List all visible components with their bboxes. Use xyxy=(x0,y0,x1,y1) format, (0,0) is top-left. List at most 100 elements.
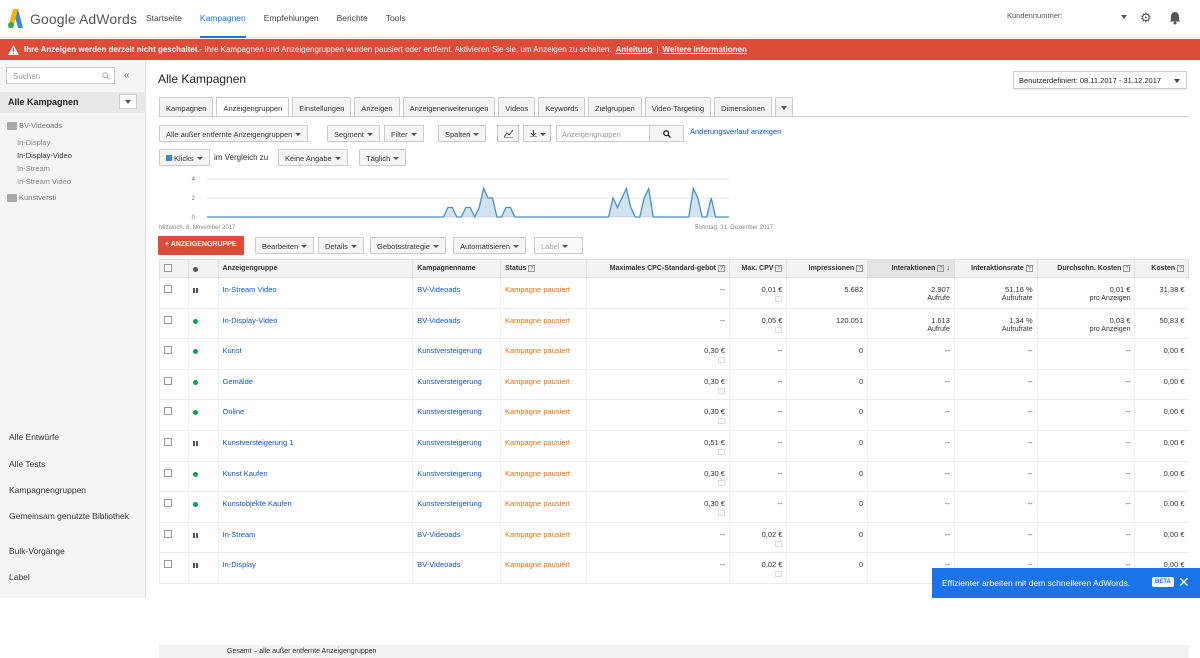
enabled-dot-icon[interactable] xyxy=(193,410,199,416)
sidebar-search-input[interactable]: Suchen xyxy=(6,67,115,84)
nav-empfehlungen[interactable]: Empfehlungen xyxy=(264,0,319,38)
max-cpc-cell[interactable]: -- xyxy=(585,552,730,584)
max-cpc-cell[interactable]: -- xyxy=(585,277,730,309)
enabled-dot-icon[interactable] xyxy=(193,318,199,324)
col-header-interactions[interactable]: Interaktionen? ↓ xyxy=(867,259,955,278)
row-status-icon-cell[interactable] xyxy=(188,308,218,340)
row-checkbox-cell[interactable] xyxy=(158,491,189,523)
segment-dropdown[interactable]: Segment xyxy=(327,125,381,142)
select-all-header[interactable] xyxy=(158,259,190,278)
campaign-name-link[interactable]: BV-Videoads xyxy=(417,530,460,539)
max-cpc-cell[interactable]: 0,30 € xyxy=(585,491,730,523)
max-cpc-cell[interactable]: 0,51 € xyxy=(585,430,730,462)
edit-bid-icon[interactable] xyxy=(717,387,725,394)
select-all-checkbox[interactable] xyxy=(164,263,172,272)
campaign-name-cell[interactable]: Kunstversteigerung xyxy=(412,338,501,370)
columns-dropdown[interactable]: Spalten xyxy=(438,125,487,142)
row-checkbox[interactable] xyxy=(164,560,172,569)
details-dropdown[interactable]: Details xyxy=(318,237,364,254)
paused-icon[interactable] xyxy=(193,288,199,293)
alert-link-more-info[interactable]: Weitere Informationen xyxy=(663,39,747,60)
help-icon[interactable]: ? xyxy=(1025,265,1033,272)
adgroup-name-cell[interactable]: Kunst xyxy=(217,338,413,370)
sidebar-group-in-stream-video[interactable]: In-Stream Video xyxy=(17,177,71,186)
row-status-icon-cell[interactable] xyxy=(188,338,218,370)
status-cell[interactable]: Kampagne pausiert xyxy=(499,277,587,309)
col-header-max-cpc[interactable]: Maximales CPC-Standard-gebot? xyxy=(585,259,730,278)
enabled-dot-icon[interactable] xyxy=(193,349,199,355)
row-checkbox-cell[interactable] xyxy=(158,552,189,584)
help-icon[interactable]: ? xyxy=(775,265,783,272)
col-header-campaign[interactable]: Kampagnenname xyxy=(412,259,501,278)
date-range-picker[interactable]: Benutzerdefiniert: 08.11.2017 - 31.12.20… xyxy=(1013,71,1187,89)
col-header-max-cpv[interactable]: Max. CPV? xyxy=(728,259,788,278)
add-adgroup-button[interactable]: + ANZEIGENGRUPPE xyxy=(158,236,244,255)
row-checkbox[interactable] xyxy=(164,285,172,293)
enabled-dot-icon[interactable] xyxy=(193,471,199,477)
alert-link-anleitung[interactable]: Anleitung xyxy=(616,39,653,60)
tab-dimensionen[interactable]: Dimensionen xyxy=(714,97,772,117)
max-cpv-cell[interactable]: -- xyxy=(728,491,787,523)
col-header-interaction-rate[interactable]: Interaktionsrate? xyxy=(953,259,1038,278)
sidebar-link-tests[interactable]: Alle Tests xyxy=(9,459,129,469)
gear-icon[interactable]: ⚙ xyxy=(1140,11,1154,25)
enabled-dot-icon[interactable] xyxy=(193,502,199,508)
tab-kampagnen[interactable]: Kampagnen xyxy=(159,97,214,117)
change-history-link[interactable]: Änderungsverlauf anzeigen xyxy=(690,127,781,136)
status-cell[interactable]: Kampagne pausiert xyxy=(499,522,587,554)
table-row[interactable]: Kunst Kunstversteigerung Kampagne pausiert… xyxy=(158,338,1189,370)
adgroup-name-cell[interactable]: In-Stream Video xyxy=(217,277,413,309)
adgroup-name-link[interactable]: Kunstobjekte Kaufen xyxy=(223,499,292,508)
row-checkbox-cell[interactable] xyxy=(158,338,189,370)
adgroup-name-cell[interactable]: In-Display xyxy=(217,552,413,584)
status-cell[interactable]: Kampagne pausiert xyxy=(499,308,587,340)
row-status-icon-cell[interactable] xyxy=(188,430,218,462)
row-checkbox-cell[interactable] xyxy=(158,277,189,309)
campaign-name-cell[interactable]: Kunstversteigerung xyxy=(412,461,501,493)
row-checkbox[interactable] xyxy=(164,437,172,446)
row-checkbox[interactable] xyxy=(164,468,172,477)
row-checkbox-cell[interactable] xyxy=(158,522,189,554)
bell-icon[interactable] xyxy=(1168,11,1182,25)
edit-bid-icon[interactable] xyxy=(717,418,725,425)
filter-all-dropdown[interactable]: Alle außer entfernte Anzeigengruppen xyxy=(159,125,309,142)
table-row[interactable]: Kunst Kaufen Kunstversteigerung Kampagne p… xyxy=(158,461,1189,493)
nav-berichte[interactable]: Berichte xyxy=(337,0,368,38)
nav-tools[interactable]: Tools xyxy=(386,0,406,38)
chart-toggle-button[interactable] xyxy=(497,125,519,142)
campaign-name-link[interactable]: Kunstversteigerung xyxy=(417,499,482,508)
sidebar-campaign-bv-videoads[interactable]: BV-Videoads xyxy=(7,121,62,130)
table-row[interactable]: Kunstobjekte Kaufen Kunstversteigerung Kam… xyxy=(158,491,1189,523)
row-status-icon-cell[interactable] xyxy=(188,552,218,584)
table-row[interactable]: Online Kunstversteigerung Kampagne pausier… xyxy=(158,399,1189,431)
download-button[interactable] xyxy=(523,125,551,142)
collapse-sidebar-icon[interactable]: « xyxy=(124,70,130,81)
campaign-name-cell[interactable]: Kunstversteigerung xyxy=(412,430,501,462)
edit-bid-icon[interactable] xyxy=(717,479,725,486)
edit-bid-icon[interactable] xyxy=(775,326,783,333)
close-icon[interactable]: ✕ xyxy=(1178,574,1190,591)
interval-dropdown[interactable]: Täglich xyxy=(359,149,407,166)
customer-id[interactable]: Kundennummer: xyxy=(1007,11,1062,20)
row-status-icon-cell[interactable] xyxy=(188,369,218,401)
tab-zielgruppen[interactable]: Zielgruppen xyxy=(588,97,642,117)
nav-kampagnen[interactable]: Kampagnen xyxy=(199,0,246,38)
sidebar-link-drafts[interactable]: Alle Entwürfe xyxy=(9,432,129,442)
help-icon[interactable]: ? xyxy=(1177,265,1184,272)
adwords-logo[interactable]: Google AdWords xyxy=(8,9,137,28)
adgroup-search-button[interactable] xyxy=(649,125,684,142)
sidebar-link-campaign-groups[interactable]: Kampagnengruppen xyxy=(9,485,129,495)
max-cpc-cell[interactable]: 0,30 € xyxy=(585,461,730,493)
campaign-name-link[interactable]: Kunstversteigerung xyxy=(417,377,482,386)
edit-dropdown[interactable]: Bearbeiten xyxy=(255,237,315,254)
tab-keywords[interactable]: Keywords xyxy=(538,97,586,117)
row-checkbox-cell[interactable] xyxy=(158,430,189,462)
sidebar-link-bulk[interactable]: Bulk-Vorgänge xyxy=(9,546,129,556)
campaign-name-cell[interactable]: BV-Videoads xyxy=(412,308,501,340)
max-cpc-cell[interactable]: 0,30 € xyxy=(585,338,730,370)
campaign-name-link[interactable]: Kunstversteigerung xyxy=(417,407,482,416)
tab-video-targeting[interactable]: Video-Targeting xyxy=(644,97,712,117)
enabled-dot-icon[interactable] xyxy=(193,379,199,385)
adgroup-name-cell[interactable]: Kunstobjekte Kaufen xyxy=(217,491,413,523)
campaign-name-cell[interactable]: BV-Videoads xyxy=(412,277,501,309)
